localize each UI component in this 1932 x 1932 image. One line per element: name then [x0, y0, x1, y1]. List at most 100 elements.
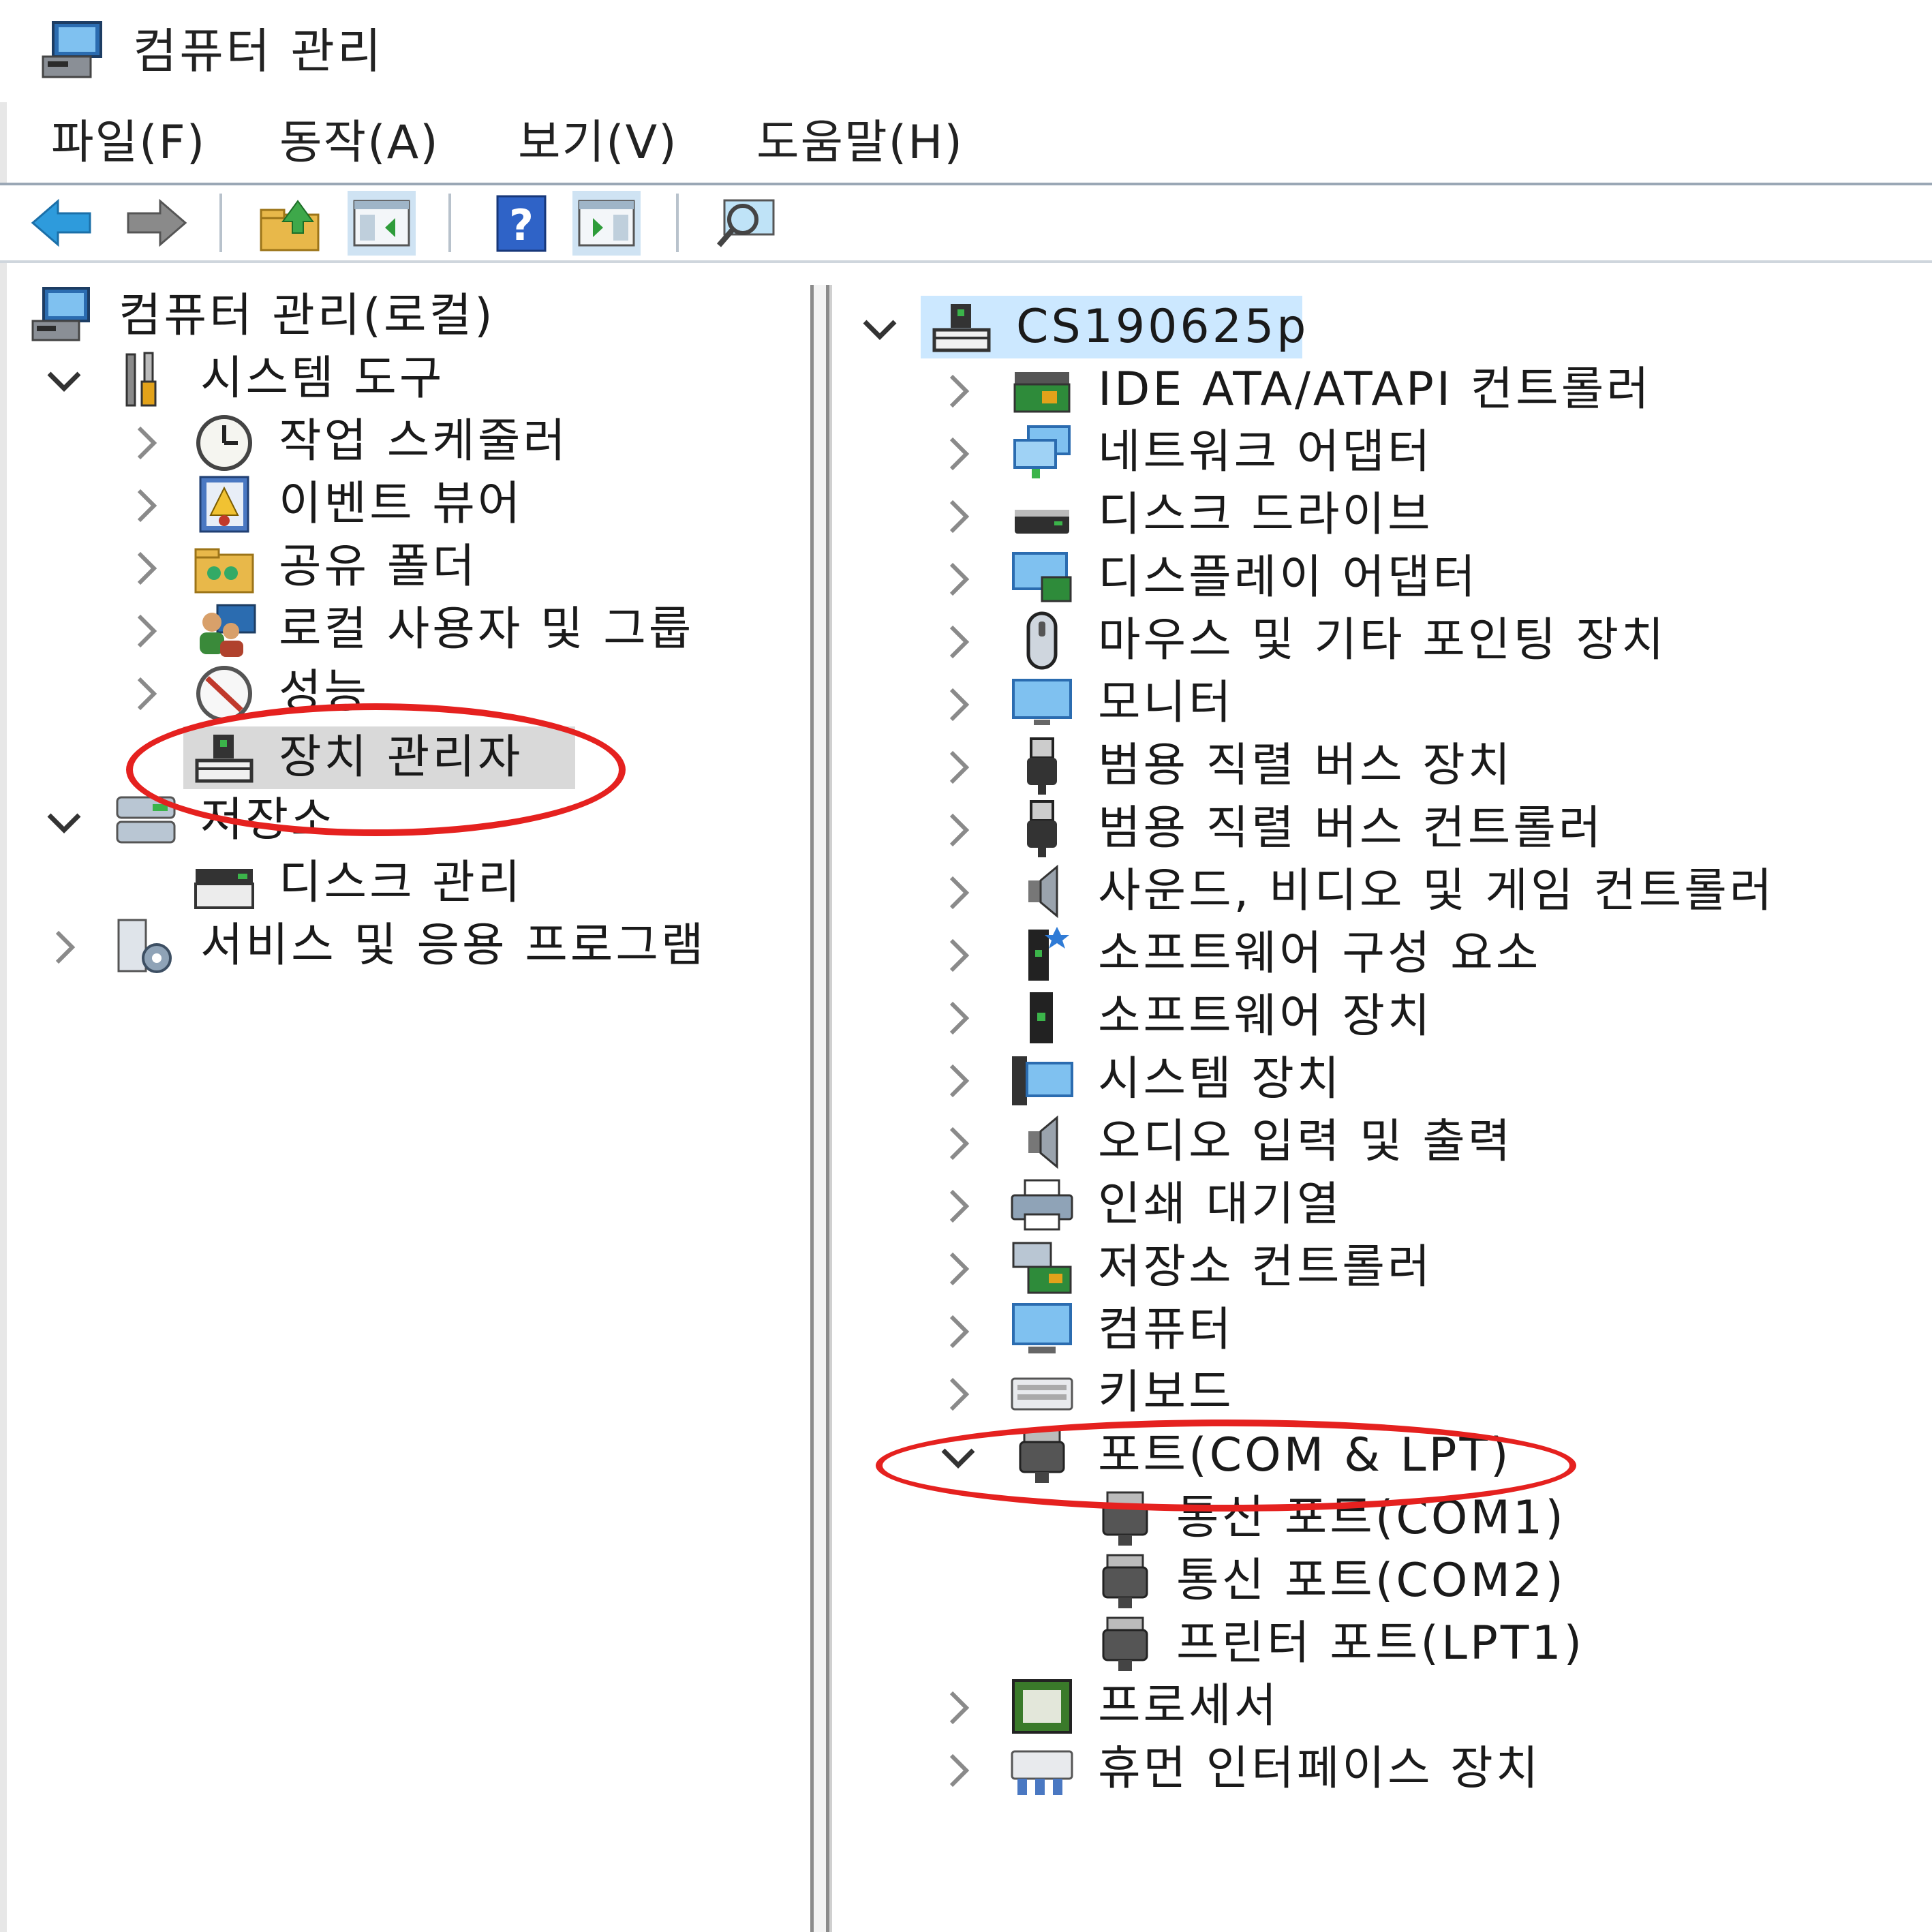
menu-help[interactable]: 도움말(H)	[750, 109, 970, 177]
chevron-right-icon[interactable]	[44, 927, 85, 968]
device-manager-icon	[932, 304, 991, 352]
back-arrow-icon[interactable]	[27, 191, 95, 256]
tree-node-local-users-groups[interactable]: 로컬 사용자 및 그룹	[10, 598, 800, 661]
chevron-right-icon[interactable]	[125, 548, 166, 589]
tree-label: 저장소	[200, 793, 337, 847]
tree-label: IDE ATA/ATAPI 컨트롤러	[1098, 363, 1652, 416]
chevron-right-icon[interactable]	[938, 1750, 979, 1791]
device-category-storage-controllers[interactable]: 저장소 컨트롤러	[832, 1236, 1922, 1299]
chevron-right-icon[interactable]	[938, 371, 979, 412]
tree-node-event-viewer[interactable]: 이벤트 뷰어	[10, 473, 800, 536]
chevron-down-icon[interactable]	[938, 1437, 979, 1477]
chevron-right-icon[interactable]	[125, 485, 166, 526]
chevron-right-icon[interactable]	[938, 1248, 979, 1289]
chevron-right-icon[interactable]	[125, 423, 166, 463]
device-manager-icon	[195, 735, 254, 783]
device-category-software-components[interactable]: 소프트웨어 구성 요소	[832, 923, 1922, 985]
tree-node-task-scheduler[interactable]: 작업 스케줄러	[10, 410, 800, 473]
display-adapter-icon	[1012, 552, 1072, 602]
chevron-right-icon[interactable]	[938, 1060, 979, 1101]
device-category-disk-drives[interactable]: 디스크 드라이브	[832, 484, 1922, 547]
help-icon[interactable]: ?	[487, 191, 555, 256]
device-port-com1[interactable]: 통신 포트(COM1)	[832, 1487, 1922, 1550]
usb-icon	[1027, 800, 1057, 857]
chevron-right-icon[interactable]	[125, 611, 166, 651]
chevron-right-icon[interactable]	[938, 1374, 979, 1415]
chevron-right-icon[interactable]	[938, 1311, 979, 1352]
tree-node-performance[interactable]: 성능	[10, 661, 800, 724]
tree-label: 서비스 및 응용 프로그램	[200, 919, 707, 972]
device-category-mice-pointing-devices[interactable]: 마우스 및 기타 포인팅 장치	[832, 609, 1922, 672]
printer-icon	[1011, 1179, 1073, 1231]
tree-node-device-manager[interactable]: 장치 관리자	[10, 726, 800, 789]
up-folder-icon[interactable]	[256, 191, 324, 256]
chevron-right-icon[interactable]	[938, 1687, 979, 1728]
forward-arrow-icon[interactable]	[123, 191, 191, 256]
chevron-right-icon[interactable]	[938, 559, 979, 600]
menu-view[interactable]: 보기(V)	[511, 109, 685, 177]
show-hide-action-pane-icon[interactable]	[572, 191, 641, 256]
chevron-right-icon[interactable]	[938, 1123, 979, 1164]
disk-management-icon	[194, 869, 254, 909]
chevron-down-icon[interactable]	[44, 360, 85, 401]
device-category-display-adapters[interactable]: 디스플레이 어댑터	[832, 547, 1922, 609]
device-category-system-devices[interactable]: 시스템 장치	[832, 1048, 1922, 1111]
scan-hardware-icon[interactable]	[712, 191, 780, 256]
chevron-right-icon[interactable]	[125, 673, 166, 714]
chevron-right-icon[interactable]	[938, 1186, 979, 1227]
chevron-right-icon[interactable]	[938, 496, 979, 537]
chevron-down-icon[interactable]	[44, 801, 85, 842]
chevron-right-icon[interactable]	[938, 622, 979, 662]
device-category-ide-ata-atapi-controllers[interactable]: IDE ATA/ATAPI 컨트롤러	[832, 358, 1922, 421]
tree-node-computer[interactable]: CS190625p	[832, 296, 1922, 358]
tree-label: CS190625p	[1016, 300, 1309, 354]
pane-splitter[interactable]	[810, 285, 829, 1932]
chevron-right-icon[interactable]	[938, 872, 979, 913]
device-port-com2[interactable]: 통신 포트(COM2)	[832, 1550, 1922, 1612]
show-hide-console-tree-icon[interactable]	[348, 191, 416, 256]
device-category-human-interface-devices[interactable]: 휴먼 인터페이스 장치	[832, 1738, 1922, 1800]
device-category-print-queues[interactable]: 인쇄 대기열	[832, 1174, 1922, 1236]
device-category-audio-inputs-outputs[interactable]: 오디오 입력 및 출력	[832, 1111, 1922, 1174]
tree-node-computer-management-local[interactable]: 컴퓨터 관리(로컬)	[10, 285, 800, 348]
chevron-right-icon[interactable]	[938, 935, 979, 976]
device-category-ports-com-lpt[interactable]: 포트(COM & LPT)	[832, 1424, 1922, 1487]
tree-label: 키보드	[1098, 1366, 1234, 1420]
chevron-right-icon[interactable]	[938, 810, 979, 850]
device-category-usb-controllers[interactable]: 범용 직렬 버스 컨트롤러	[832, 797, 1922, 860]
svg-text:?: ?	[509, 200, 534, 250]
device-category-sound-video-game-controllers[interactable]: 사운드, 비디오 및 게임 컨트롤러	[832, 860, 1922, 923]
tree-node-shared-folders[interactable]: 공유 폴더	[10, 536, 800, 598]
tree-label: 프린터 포트(LPT1)	[1176, 1616, 1585, 1670]
tree-node-storage[interactable]: 저장소	[10, 789, 800, 852]
menu-action[interactable]: 동작(A)	[273, 109, 446, 177]
tree-label: 포트(COM & LPT)	[1098, 1428, 1512, 1482]
chevron-right-icon[interactable]	[938, 998, 979, 1039]
tree-node-system-tools[interactable]: 시스템 도구	[10, 348, 800, 410]
chevron-down-icon[interactable]	[859, 308, 900, 349]
device-category-software-devices[interactable]: 소프트웨어 장치	[832, 985, 1922, 1048]
chevron-right-icon[interactable]	[938, 433, 979, 474]
device-category-keyboards[interactable]: 키보드	[832, 1362, 1922, 1424]
device-category-monitors[interactable]: 모니터	[832, 672, 1922, 735]
tree-label: 오디오 입력 및 출력	[1098, 1115, 1514, 1169]
computer-management-icon	[31, 287, 90, 341]
tree-label: 프로세서	[1098, 1679, 1280, 1733]
console-tree-pane: 컴퓨터 관리(로컬) 시스템 도구 작업 스케줄러 이벤트 뷰어 공유 폴더 로…	[10, 285, 810, 1932]
tree-label: 디스플레이 어댑터	[1098, 551, 1479, 604]
device-category-processors[interactable]: 프로세서	[832, 1675, 1922, 1738]
chevron-right-icon[interactable]	[938, 684, 979, 725]
services-icon	[117, 919, 172, 973]
toolbar-separator	[219, 194, 222, 252]
keyboard-icon	[1011, 1377, 1073, 1411]
tree-node-services-applications[interactable]: 서비스 및 응용 프로그램	[10, 915, 800, 977]
device-category-usb-devices[interactable]: 범용 직렬 버스 장치	[832, 735, 1922, 797]
device-category-computer[interactable]: 컴퓨터	[832, 1299, 1922, 1362]
chevron-right-icon[interactable]	[938, 747, 979, 788]
device-port-lpt1[interactable]: 프린터 포트(LPT1)	[832, 1612, 1922, 1675]
device-category-network-adapters[interactable]: 네트워크 어댑터	[832, 421, 1922, 484]
network-adapter-icon	[1013, 425, 1071, 478]
tree-node-disk-management[interactable]: 디스크 관리	[10, 852, 800, 915]
menu-file[interactable]: 파일(F)	[44, 109, 213, 177]
tree-label: 공유 폴더	[279, 540, 478, 594]
